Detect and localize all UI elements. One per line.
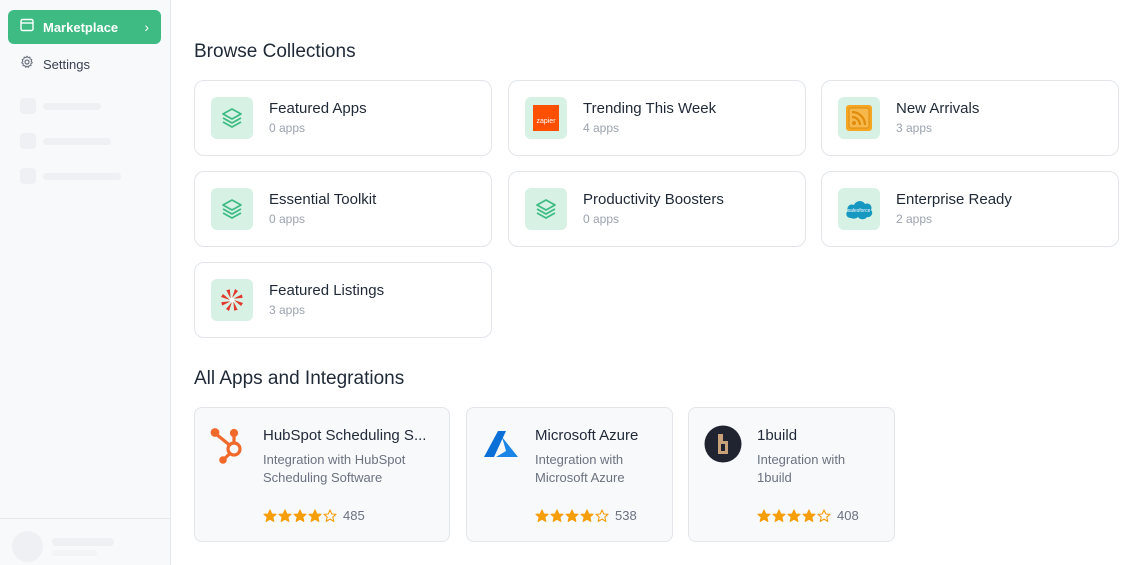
app-rating: 485 [263, 508, 365, 523]
collection-card-essential-toolkit[interactable]: Essential Toolkit 0 apps [194, 171, 492, 247]
star-filled-icon [757, 508, 771, 522]
collection-name: Productivity Boosters [583, 191, 724, 208]
app-rating: 538 [535, 508, 637, 523]
collection-count: 3 apps [896, 121, 933, 135]
collection-count: 4 apps [583, 121, 620, 135]
rss-icon [838, 97, 880, 139]
app-name: Microsoft Azure [535, 427, 639, 444]
collection-count: 3 apps [269, 303, 306, 317]
collection-card-featured-apps[interactable]: Featured Apps 0 apps [194, 80, 492, 156]
star-rating [535, 508, 610, 523]
star-filled-icon [278, 508, 292, 522]
star-filled-icon [565, 508, 579, 522]
skeleton-row [20, 98, 101, 114]
star-filled-icon [550, 508, 564, 522]
app-name: 1build [757, 427, 798, 444]
star-filled-icon [535, 508, 549, 522]
collection-count: 0 apps [583, 212, 620, 226]
zapier-logo: zapier [525, 97, 567, 139]
review-count: 408 [837, 508, 859, 523]
star-rating [757, 508, 832, 523]
collection-card-new-arrivals[interactable]: New Arrivals 3 apps [821, 80, 1119, 156]
layers-icon [211, 188, 253, 230]
azure-logo [481, 424, 521, 464]
collection-count: 0 apps [269, 121, 306, 135]
svg-text:zapier: zapier [536, 118, 556, 125]
star-empty-icon [595, 508, 609, 522]
hubspot-logo [209, 424, 249, 464]
app-description: Integration with 1build [757, 452, 846, 485]
sidebar-footer [0, 518, 171, 565]
collection-card-featured-listings[interactable]: Featured Listings 3 apps [194, 262, 492, 338]
collection-name: New Arrivals [896, 100, 980, 117]
skeleton-row [20, 168, 121, 184]
sidebar-item-marketplace[interactable]: Marketplace › [8, 10, 161, 44]
collection-name: Enterprise Ready [896, 191, 1012, 208]
app-card-1build[interactable]: 1build Integration with 1build 408 [688, 407, 895, 542]
collection-name: Essential Toolkit [269, 191, 377, 208]
browser-window-icon [20, 18, 34, 37]
svg-text:salesforce: salesforce [848, 208, 871, 214]
collection-count: 0 apps [269, 212, 306, 226]
star-filled-icon [772, 508, 786, 522]
avatar-placeholder [12, 531, 43, 562]
salesforce-logo: salesforce [838, 188, 880, 230]
layers-icon [525, 188, 567, 230]
sidebar: Marketplace › Settings [0, 0, 171, 565]
star-rating [263, 508, 338, 523]
app-description: Integration with HubSpot Scheduling Soft… [263, 452, 406, 485]
star-empty-icon [817, 508, 831, 522]
star-filled-icon [787, 508, 801, 522]
collection-count: 2 apps [896, 212, 933, 226]
star-empty-icon [323, 508, 337, 522]
pinwheel-logo [211, 279, 253, 321]
sidebar-item-label: Settings [43, 56, 90, 72]
star-filled-icon [308, 508, 322, 522]
review-count: 485 [343, 508, 365, 523]
collection-card-productivity-boosters[interactable]: Productivity Boosters 0 apps [508, 171, 806, 247]
gear-icon [20, 55, 34, 74]
sidebar-item-settings[interactable]: Settings [20, 54, 90, 74]
sidebar-item-label: Marketplace [43, 19, 119, 35]
star-filled-icon [802, 508, 816, 522]
apps-title: All Apps and Integrations [194, 368, 405, 389]
collection-name: Trending This Week [583, 100, 717, 117]
app-card-hubspot[interactable]: HubSpot Scheduling S... Integration with… [194, 407, 450, 542]
1build-logo [703, 424, 743, 464]
app-rating: 408 [757, 508, 859, 523]
star-filled-icon [293, 508, 307, 522]
collection-name: Featured Listings [269, 282, 385, 299]
app-description: Integration with Microsoft Azure [535, 452, 625, 485]
collection-card-enterprise-ready[interactable]: salesforce Enterprise Ready 2 apps [821, 171, 1119, 247]
layers-icon [211, 97, 253, 139]
collection-name: Featured Apps [269, 100, 367, 117]
star-filled-icon [263, 508, 277, 522]
collections-title: Browse Collections [194, 41, 356, 62]
chevron-right-icon: › [144, 19, 149, 35]
app-card-microsoft-azure[interactable]: Microsoft Azure Integration with Microso… [466, 407, 673, 542]
star-filled-icon [580, 508, 594, 522]
skeleton-row [20, 133, 111, 149]
collection-card-trending[interactable]: zapier Trending This Week 4 apps [508, 80, 806, 156]
app-name: HubSpot Scheduling S... [263, 427, 427, 444]
review-count: 538 [615, 508, 637, 523]
